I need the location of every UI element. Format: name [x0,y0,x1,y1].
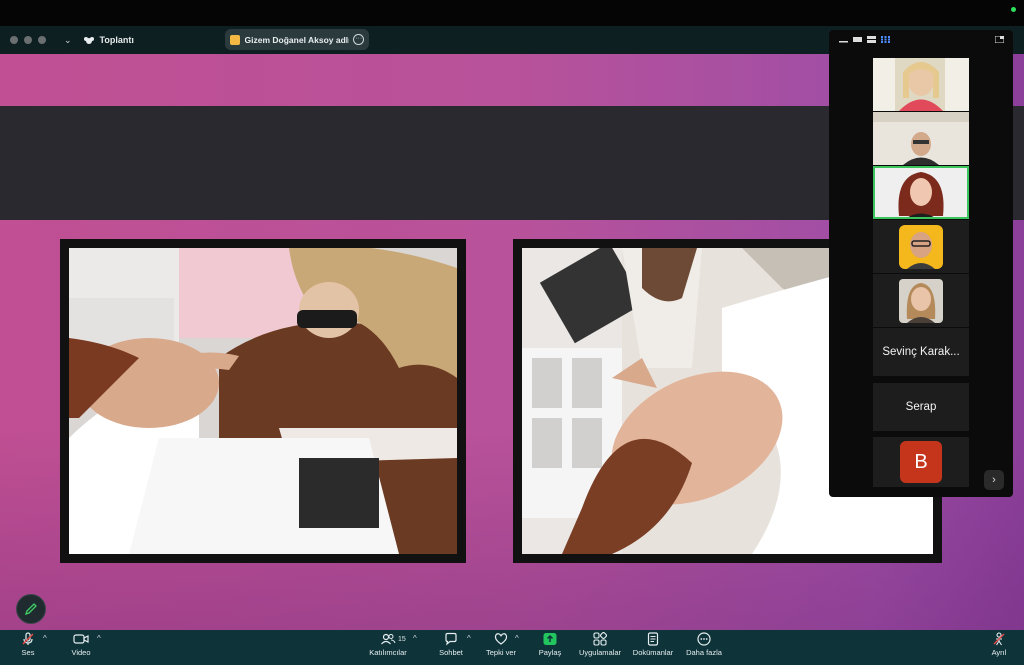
participant-tile[interactable] [873,274,969,327]
camera-indicator-dot [1011,7,1016,12]
screen-share-tab[interactable]: Gizem Doğanel Aksoy adlı kişi ··· [225,29,369,50]
apps-button[interactable]: Uygulamalar [578,632,622,657]
participant-avatar-tile[interactable]: B [873,437,969,487]
participants-count: 15 [398,636,406,643]
video-label: Video [71,648,91,657]
video-camera-icon [73,634,89,644]
share-app-icon [230,34,240,45]
popout-panel-icon[interactable] [995,36,1004,43]
react-label: Tepki ver [485,648,516,657]
chat-button[interactable]: Sohbet [436,632,466,657]
chat-bubble-icon [445,632,457,646]
participant-name-tile[interactable]: Sevinç Karak... [873,328,969,376]
minimize-panel-icon[interactable] [839,36,848,43]
speaker-view-icon[interactable] [853,36,862,43]
chat-options-caret[interactable]: ^ [467,634,471,643]
participant-photo [899,224,943,269]
chevron-down-icon[interactable]: ⌄ [64,35,72,46]
leave-label: Ayrıl [991,648,1007,657]
participant-tile-active-speaker[interactable] [873,166,969,219]
video-button[interactable]: Video [66,632,96,657]
more-label: Daha fazla [686,648,722,657]
participants-gallery-panel: Sevinç Karak... Serap B › [829,30,1013,497]
zoom-paw-icon [84,35,94,45]
more-button[interactable]: Daha fazla [684,632,724,657]
apps-icon [593,632,607,646]
leave-icon [993,632,1005,646]
pencil-icon [24,603,37,616]
gallery-view-controls [829,30,1013,50]
participant-name-tile[interactable]: Serap [873,383,969,431]
leave-button[interactable]: Ayrıl [988,632,1010,657]
makeup-demo-photo [69,248,457,554]
meeting-controls-toolbar: Ses ^ Video ^ Katılımcılar 15 ^ Sohbet ^… [0,630,1024,665]
docs-label: Dokümanlar [632,648,674,657]
strip-view-icon[interactable] [867,36,876,43]
document-icon [647,632,659,646]
avatar: B [900,441,942,483]
share-screen-button[interactable]: Paylaş [536,632,564,657]
more-options-icon[interactable]: ··· [353,34,364,45]
video-options-caret[interactable]: ^ [97,634,101,643]
participant-tile[interactable] [873,220,969,273]
docs-button[interactable]: Dokümanlar [632,632,674,657]
more-options-icon [697,632,711,646]
participant-video [873,58,969,111]
window-controls [10,36,46,44]
audio-label: Ses [21,648,35,657]
gallery-next-page-button[interactable]: › [984,470,1004,490]
macos-menubar [0,0,1024,26]
participant-tile[interactable] [873,112,969,165]
chat-label: Sohbet [439,648,463,657]
gallery-view-icon[interactable] [881,36,890,43]
close-window-button[interactable] [10,36,18,44]
slide-photo-left [60,239,466,563]
react-button[interactable]: Tepki ver [484,632,518,657]
participant-video [873,166,969,219]
heart-icon [494,633,508,645]
screen-share-tab-label: Gizem Doğanel Aksoy adlı kişi [244,34,350,45]
participant-video [873,112,969,165]
app-title: Toplantı [99,35,134,45]
participant-tile[interactable] [873,58,969,111]
apps-label: Uygulamalar [578,648,622,657]
zoom-window-button[interactable] [38,36,46,44]
microphone-muted-icon [22,632,34,645]
participants-icon [381,633,396,645]
participant-photo [899,278,943,323]
audio-options-caret[interactable]: ^ [43,634,47,643]
participants-options-caret[interactable]: ^ [413,634,417,643]
audio-button[interactable]: Ses [16,632,40,657]
share-label: Paylaş [538,648,562,657]
react-options-caret[interactable]: ^ [515,634,519,643]
share-screen-icon [543,633,557,645]
participants-label: Katılımcılar [369,648,407,657]
annotate-button[interactable] [16,594,46,624]
minimize-window-button[interactable] [24,36,32,44]
